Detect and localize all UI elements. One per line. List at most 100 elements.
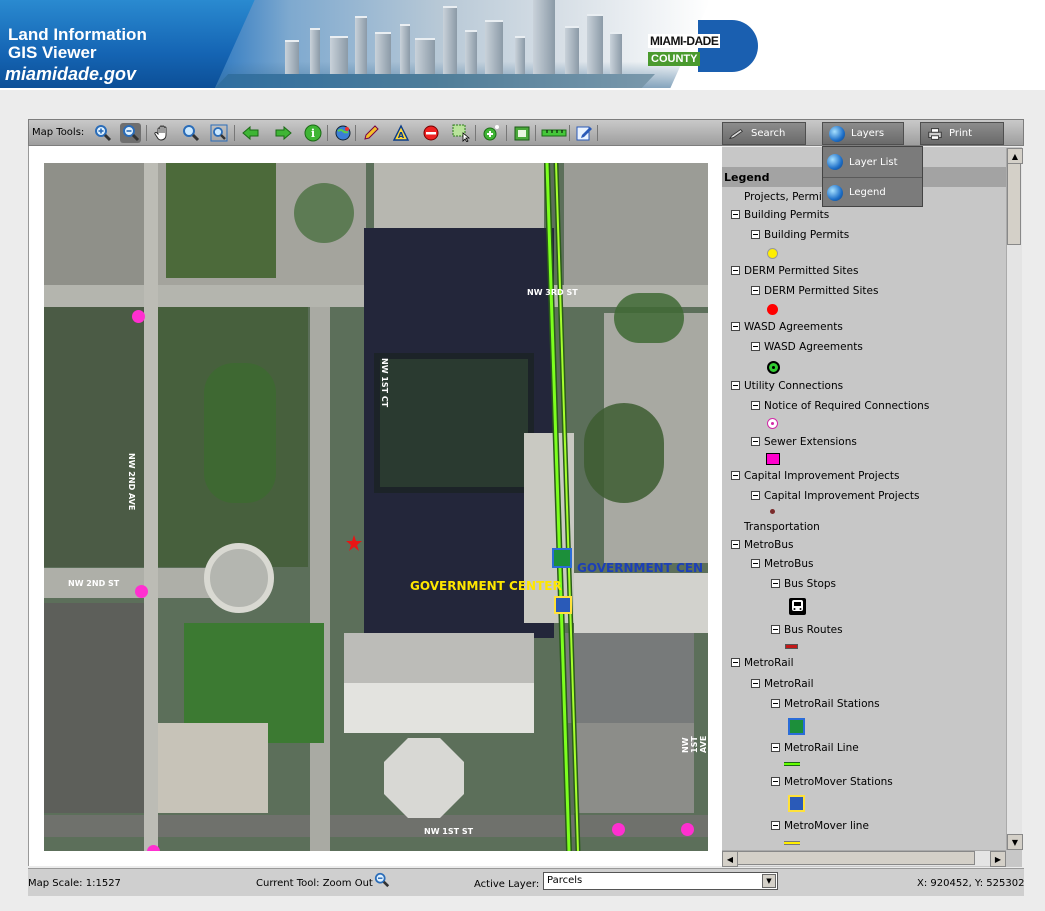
clear-icon[interactable] <box>511 123 532 143</box>
legend-row[interactable]: WASD Agreements <box>751 341 863 353</box>
chevron-down-icon[interactable]: ▼ <box>762 874 776 888</box>
collapse-toggle-icon[interactable] <box>751 401 760 410</box>
legend-row[interactable]: MetroRail Line <box>771 742 859 754</box>
back-icon[interactable] <box>240 123 261 143</box>
legend-row-label: MetroBus <box>744 539 794 551</box>
permit-marker[interactable] <box>681 823 694 836</box>
collapse-toggle-icon[interactable] <box>751 559 760 568</box>
legend-row[interactable]: Building Permits <box>731 209 829 221</box>
collapse-toggle-icon[interactable] <box>771 821 780 830</box>
measure-icon[interactable] <box>540 123 568 143</box>
legend-row[interactable]: MetroBus <box>731 539 793 551</box>
collapse-toggle-icon[interactable] <box>771 625 780 634</box>
permit-marker[interactable] <box>135 585 148 598</box>
permit-marker[interactable] <box>132 310 145 323</box>
logo-name: MIAMI-DADE <box>648 34 721 48</box>
capital-project-symbol <box>770 509 775 514</box>
legend-row[interactable]: DERM Permitted Sites <box>731 265 858 277</box>
legend-row[interactable]: MetroRail <box>731 657 793 669</box>
select-box-icon[interactable] <box>450 123 471 143</box>
scroll-right-icon[interactable]: ▶ <box>990 851 1006 867</box>
tab-search[interactable]: Search <box>722 122 806 145</box>
collapse-toggle-icon[interactable] <box>751 230 760 239</box>
site-url-link[interactable]: miamidade.gov <box>5 64 136 85</box>
collapse-toggle-icon[interactable] <box>731 266 740 275</box>
legend-row[interactable]: MetroRail <box>751 678 813 690</box>
collapse-toggle-icon[interactable] <box>731 471 740 480</box>
collapse-toggle-icon[interactable] <box>751 342 760 351</box>
collapse-toggle-icon[interactable] <box>731 381 740 390</box>
active-layer-select[interactable]: Parcels ▼ <box>543 872 778 890</box>
identify-icon[interactable]: i <box>302 123 323 143</box>
forward-icon[interactable] <box>272 123 293 143</box>
legend-row[interactable]: Capital Improvement Projects <box>751 490 920 502</box>
legend-row[interactable]: Bus Routes <box>771 624 843 636</box>
county-logo[interactable]: MIAMI-DADE COUNTY <box>646 20 758 72</box>
legend-row[interactable]: MetroMover line <box>771 820 869 832</box>
collapse-toggle-icon[interactable] <box>771 777 780 786</box>
metromover-station-icon[interactable] <box>554 596 572 614</box>
legend-row[interactable]: DERM Permitted Sites <box>751 285 878 297</box>
globe-icon[interactable] <box>332 123 353 143</box>
site-banner: Land Information GIS Viewer miamidade.go… <box>0 0 1045 90</box>
collapse-toggle-icon[interactable] <box>771 699 780 708</box>
legend-row[interactable]: MetroRail Stations <box>771 698 880 710</box>
scroll-down-icon[interactable]: ▼ <box>1007 834 1023 850</box>
collapse-toggle-icon[interactable] <box>731 658 740 667</box>
legend-row[interactable]: Bus Stops <box>771 578 836 590</box>
text-icon[interactable]: A <box>390 123 411 143</box>
collapse-toggle-icon[interactable] <box>771 743 780 752</box>
erase-icon[interactable] <box>420 123 441 143</box>
collapse-toggle-icon[interactable] <box>731 210 740 219</box>
metrorail-station-symbol <box>788 718 805 735</box>
legend-row[interactable]: Capital Improvement Projects <box>731 470 900 482</box>
permit-marker[interactable] <box>147 845 160 851</box>
legend-row[interactable]: MetroMover Stations <box>771 776 893 788</box>
collapse-toggle-icon[interactable] <box>771 579 780 588</box>
collapse-toggle-icon[interactable] <box>751 679 760 688</box>
legend-row[interactable]: Notice of Required Connections <box>751 400 929 412</box>
legend-row-label: Bus Stops <box>784 578 837 590</box>
collapse-toggle-icon[interactable] <box>751 437 760 446</box>
globe-icon <box>827 184 843 201</box>
zoom-full-icon[interactable] <box>180 123 201 143</box>
legend-row[interactable]: Utility Connections <box>731 380 843 392</box>
zoom-extent-icon[interactable] <box>208 123 229 143</box>
legend-row[interactable]: Sewer Extensions <box>751 436 857 448</box>
legend-row[interactable]: Building Permits <box>751 229 849 241</box>
menu-item-legend[interactable]: Legend <box>823 177 922 207</box>
pencil-icon[interactable] <box>360 123 381 143</box>
legend-row-label: Transportation <box>744 521 820 533</box>
metrorail-station-icon[interactable] <box>552 548 572 568</box>
permit-marker[interactable] <box>612 823 625 836</box>
add-point-icon[interactable] <box>480 123 501 143</box>
scroll-left-icon[interactable]: ◀ <box>722 851 738 867</box>
pan-hand-icon[interactable] <box>152 123 173 143</box>
printer-icon <box>927 127 943 141</box>
status-bar: Map Scale: 1:1527 Current Tool: Zoom Out… <box>28 868 1024 896</box>
zoom-in-icon[interactable] <box>92 123 113 143</box>
map-canvas[interactable]: NW 3RD ST NW 1ST CT NW 2ND AVE NW 2ND ST… <box>44 163 708 851</box>
collapse-toggle-icon[interactable] <box>751 491 760 500</box>
legend-row-label: DERM Permitted Sites <box>764 285 879 297</box>
metrorail-line-symbol <box>784 762 800 766</box>
legend-row-label: MetroBus <box>764 558 814 570</box>
legend-row-label: MetroRail Line <box>784 742 859 754</box>
vertical-scroll-thumb[interactable] <box>1007 163 1021 245</box>
legend-vertical-scrollbar[interactable]: ▲ ▼ <box>1006 148 1023 850</box>
collapse-toggle-icon[interactable] <box>731 322 740 331</box>
edit-icon[interactable] <box>573 123 594 143</box>
layers-dropdown-menu: Layer List Legend <box>822 146 923 207</box>
collapse-toggle-icon[interactable] <box>751 286 760 295</box>
legend-row[interactable]: MetroBus <box>751 558 813 570</box>
scroll-up-icon[interactable]: ▲ <box>1007 148 1023 164</box>
collapse-toggle-icon[interactable] <box>731 540 740 549</box>
tab-print[interactable]: Print <box>920 122 1004 145</box>
derm-site-symbol <box>767 304 778 315</box>
legend-row[interactable]: WASD Agreements <box>731 321 843 333</box>
zoom-out-icon[interactable] <box>120 123 141 143</box>
search-pen-icon <box>729 127 745 141</box>
horizontal-scroll-thumb[interactable] <box>737 851 975 865</box>
menu-item-layer-list[interactable]: Layer List <box>823 147 922 177</box>
tab-layers[interactable]: Layers <box>822 122 904 145</box>
